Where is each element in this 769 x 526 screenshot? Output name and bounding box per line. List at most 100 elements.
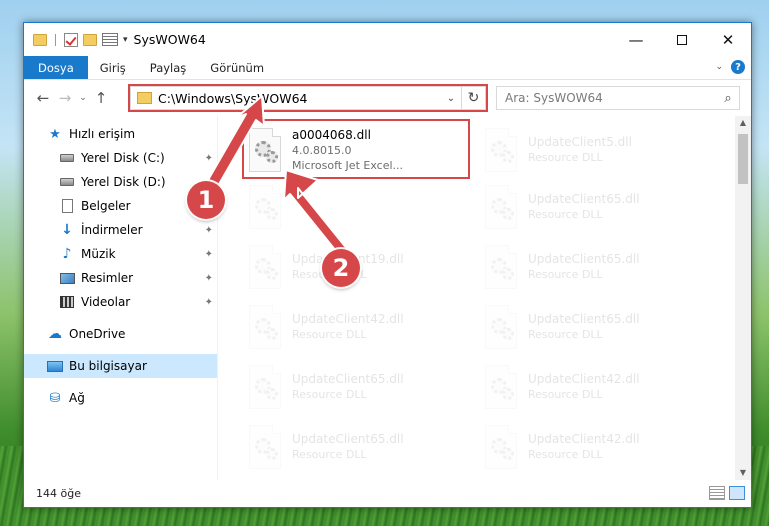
- pictures-icon: [59, 271, 75, 285]
- sidebar-item-videos[interactable]: Videolar ✦: [24, 290, 217, 314]
- sidebar-item-pictures[interactable]: Resimler ✦: [24, 266, 217, 290]
- file-name: UpdateClient42.dll: [528, 372, 640, 386]
- sidebar-item-music[interactable]: ♪ Müzik ✦: [24, 242, 217, 266]
- file-item[interactable]: UpdateClient65.dll Resource DLL: [480, 179, 708, 235]
- file-description: Resource DLL: [292, 388, 367, 401]
- item-count: 144 öğe: [36, 486, 81, 500]
- pin-icon: ✦: [204, 224, 213, 236]
- expand-ribbon-icon[interactable]: ⌄: [715, 62, 723, 72]
- dll-file-icon: [480, 127, 522, 173]
- up-button[interactable]: ↑: [90, 89, 112, 107]
- close-button[interactable]: ✕: [705, 23, 751, 56]
- maximize-button[interactable]: [659, 23, 705, 56]
- sidebar-item-local-disk-c[interactable]: Yerel Disk (C:) ✦: [24, 146, 217, 170]
- file-item[interactable]: UpdateClient42.dll Resource DLL: [480, 419, 708, 475]
- file-item[interactable]: UpdateClient65.dll Resource DLL: [244, 359, 472, 415]
- tab-view[interactable]: Görünüm: [198, 56, 276, 79]
- network-icon: ⛁: [49, 390, 61, 406]
- window-controls: — ✕: [613, 23, 751, 56]
- file-description: Resource DLL: [528, 268, 603, 281]
- file-item[interactable]: UpdateClient42.dll Resource DLL: [244, 299, 472, 355]
- sidebar-item-onedrive[interactable]: ☁ OneDrive: [24, 322, 217, 346]
- ribbon: Dosya Giriş Paylaş Görünüm ⌄ ?: [24, 56, 751, 80]
- file-item[interactable]: [244, 179, 472, 235]
- scroll-down-icon[interactable]: ▼: [735, 466, 751, 480]
- search-icon[interactable]: ⌕: [717, 91, 739, 106]
- navigation-bar: ← → ⌄ ↑ C:\Windows\SysWOW64 ⌄ ↻ Ara: Sys…: [24, 80, 751, 116]
- file-item[interactable]: UpdateClient42.dll Resource DLL: [480, 359, 708, 415]
- search-box[interactable]: Ara: SysWOW64 ⌕: [496, 86, 740, 110]
- downloads-icon: ↓: [61, 222, 73, 238]
- step-badge-1: 1: [187, 181, 225, 219]
- sidebar-item-label: Bu bilgisayar: [69, 359, 147, 373]
- file-name: UpdateClient65.dll: [292, 372, 404, 386]
- dll-file-icon: [480, 304, 522, 350]
- scrollbar-thumb[interactable]: [738, 134, 748, 184]
- content-area: ★ Hızlı erişim Yerel Disk (C:) ✦ Yerel D…: [24, 116, 751, 480]
- drive-icon: [59, 151, 75, 165]
- sidebar-item-label: Videolar: [81, 295, 131, 309]
- file-description: Resource DLL: [292, 328, 367, 341]
- sidebar-item-label: Yerel Disk (D:): [81, 175, 166, 189]
- pin-icon: ✦: [204, 296, 213, 308]
- dll-file-icon: [244, 304, 286, 350]
- file-description: Resource DLL: [528, 208, 603, 221]
- search-input[interactable]: Ara: SysWOW64: [505, 91, 717, 105]
- minimize-button[interactable]: —: [613, 23, 659, 56]
- file-name: UpdateClient42.dll: [528, 432, 640, 446]
- status-bar: 144 öğe: [24, 479, 751, 507]
- file-item[interactable]: UpdateClient5.dll Resource DLL: [480, 122, 708, 178]
- details-view-icon[interactable]: [709, 486, 725, 500]
- drive-icon: [59, 175, 75, 189]
- file-item[interactable]: UpdateClient65.dll Resource DLL: [480, 299, 708, 355]
- cloud-icon: ☁: [48, 326, 62, 342]
- music-icon: ♪: [62, 246, 72, 262]
- help-icon[interactable]: ?: [731, 60, 745, 74]
- forward-button[interactable]: →: [54, 89, 76, 107]
- properties-check-icon[interactable]: [64, 32, 78, 47]
- star-icon: ★: [49, 126, 61, 142]
- new-folder-icon[interactable]: [83, 33, 97, 46]
- dll-file-icon: [480, 184, 522, 230]
- file-name: UpdateClient65.dll: [528, 312, 640, 326]
- customize-toolbar-icon[interactable]: [102, 33, 118, 46]
- sidebar-item-label: İndirmeler: [81, 223, 143, 237]
- sidebar-item-label: Hızlı erişim: [69, 127, 136, 141]
- title-bar: ▾ SysWOW64 — ✕: [24, 23, 751, 56]
- pin-icon: ✦: [204, 152, 213, 164]
- dll-file-icon: [244, 244, 286, 290]
- tab-share[interactable]: Paylaş: [138, 56, 199, 79]
- dll-file-icon: [244, 424, 286, 470]
- file-name: UpdateClient5.dll: [528, 135, 632, 149]
- scroll-up-icon[interactable]: ▲: [735, 116, 751, 130]
- ribbon-right-controls: ⌄ ?: [715, 60, 745, 74]
- sidebar-item-local-disk-d[interactable]: Yerel Disk (D:): [24, 170, 217, 194]
- sidebar-item-network[interactable]: ⛁ Ağ: [24, 386, 217, 410]
- file-description: Resource DLL: [528, 388, 603, 401]
- sidebar-item-this-pc[interactable]: Bu bilgisayar: [24, 354, 217, 378]
- tiles-view-icon[interactable]: [729, 486, 745, 500]
- file-description: Resource DLL: [528, 151, 603, 164]
- sidebar-item-downloads[interactable]: ↓ İndirmeler ✦: [24, 218, 217, 242]
- file-name: UpdateClient65.dll: [528, 252, 640, 266]
- videos-icon: [59, 295, 75, 309]
- documents-icon: [59, 199, 75, 213]
- maximize-icon: [677, 34, 687, 45]
- folder-icon: [33, 33, 47, 46]
- pin-icon: ✦: [204, 248, 213, 260]
- sidebar-item-label: Ağ: [69, 391, 85, 405]
- quick-access-toolbar: ▾: [24, 32, 128, 47]
- toolbar-dropdown-icon[interactable]: ▾: [123, 35, 128, 45]
- file-item[interactable]: UpdateClient65.dll Resource DLL: [480, 239, 708, 295]
- file-name: UpdateClient42.dll: [292, 312, 404, 326]
- back-button[interactable]: ←: [32, 89, 54, 107]
- pin-icon: ✦: [204, 272, 213, 284]
- sidebar-item-quick-access[interactable]: ★ Hızlı erişim: [24, 122, 217, 146]
- tab-home[interactable]: Giriş: [88, 56, 138, 79]
- tab-file[interactable]: Dosya: [24, 56, 88, 79]
- recent-locations-button[interactable]: ⌄: [76, 93, 90, 103]
- window-title: SysWOW64: [133, 32, 206, 47]
- file-item[interactable]: UpdateClient65.dll Resource DLL: [244, 419, 472, 475]
- explorer-window: ▾ SysWOW64 — ✕ Dosya Giriş Paylaş Görünü…: [23, 22, 752, 508]
- vertical-scrollbar[interactable]: ▲ ▼: [735, 116, 751, 480]
